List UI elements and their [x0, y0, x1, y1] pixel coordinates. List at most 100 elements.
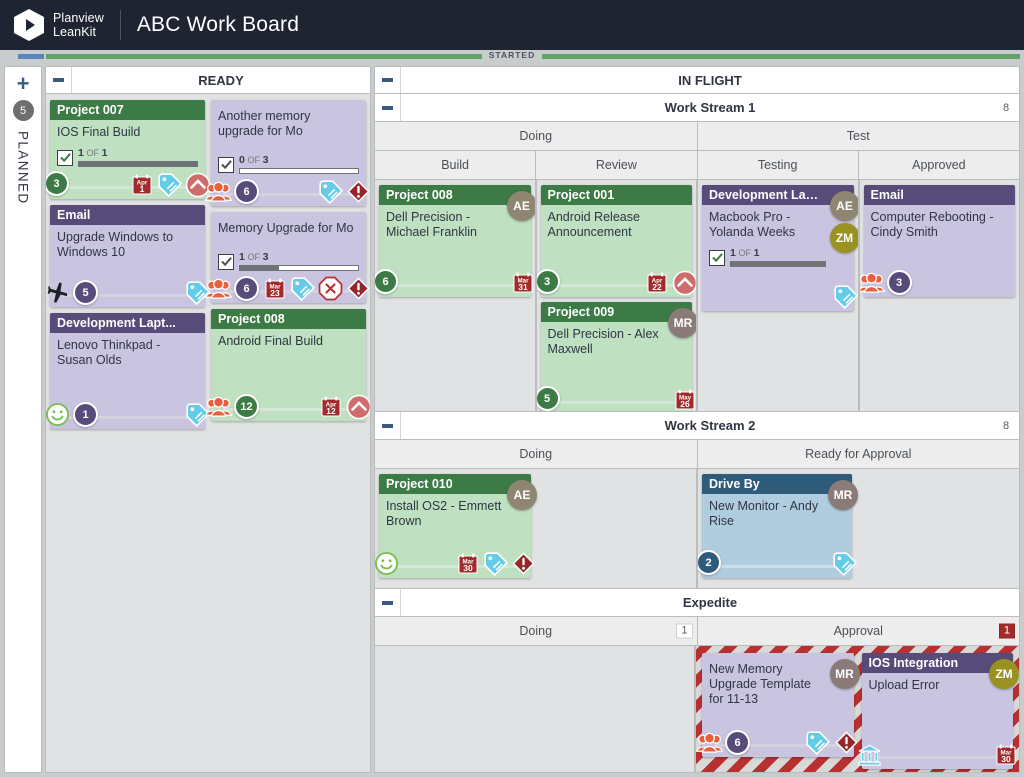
card-title: Another memory upgrade for Mo: [218, 109, 311, 138]
card-another-memory-upgrade[interactable]: Another memory upgrade for Mo 0 OF 3 6: [205, 100, 370, 206]
svg-text:22: 22: [652, 281, 662, 291]
card-drive-by[interactable]: Drive By New Monitor - Andy Rise MR 2: [698, 474, 858, 578]
card-project-009[interactable]: Project 009 Dell Precision - Alex Maxwel…: [536, 302, 697, 411]
checklist-progress-bar: [239, 265, 359, 271]
tag-icon[interactable]: [831, 550, 858, 577]
due-date-icon[interactable]: May 26: [671, 386, 696, 411]
priority-up-icon[interactable]: [345, 393, 370, 420]
planview-logo-icon[interactable]: [14, 9, 44, 41]
card-development-laptop-lenovo[interactable]: Development Lapt... Lenovo Thinkpad - Su…: [46, 313, 210, 429]
smiley-icon[interactable]: [375, 550, 400, 577]
ws1-cells: Project 008 Dell Precision - Michael Fra…: [374, 180, 1020, 412]
expedite-cells: New Memory Upgrade Template for 11-13 MR: [374, 646, 1020, 773]
add-card-button[interactable]: +: [17, 73, 30, 95]
card-footer: Mar 30: [375, 551, 535, 578]
tag-icon[interactable]: [833, 283, 858, 310]
column-header-build[interactable]: Build: [375, 151, 537, 179]
column-header-expedite-approval[interactable]: Approval 1: [697, 617, 1019, 645]
due-date-icon[interactable]: Mar 30: [454, 550, 481, 577]
collapse-in-flight-button[interactable]: [375, 67, 401, 93]
tag-icon[interactable]: [317, 178, 344, 205]
card-project-001[interactable]: Project 001 Android Release Announcement…: [536, 185, 697, 297]
column-header-review[interactable]: Review: [536, 151, 698, 179]
cell-ws1-approved[interactable]: Email Computer Rebooting - Cindy Smith 3: [858, 180, 1020, 412]
card-new-memory-upgrade-template[interactable]: New Memory Upgrade Template for 11-13 MR: [696, 653, 860, 757]
tag-icon[interactable]: [156, 171, 183, 198]
cell-expedite-approval[interactable]: New Memory Upgrade Template for 11-13 MR: [695, 646, 1020, 773]
column-header-ready-for-approval[interactable]: Ready for Approval: [697, 440, 1019, 468]
tag-icon[interactable]: [289, 275, 316, 302]
avatar[interactable]: ZM: [829, 223, 858, 253]
people-icon[interactable]: [205, 393, 232, 420]
card-header: Project 008: [211, 309, 366, 329]
people-icon[interactable]: [205, 178, 232, 205]
column-header-ws2-doing[interactable]: Doing: [375, 440, 698, 468]
avatar[interactable]: AE: [506, 191, 535, 221]
lane-header-ready: READY: [45, 66, 371, 94]
avatar[interactable]: ZM: [989, 659, 1019, 689]
column-header-approved[interactable]: Approved: [858, 151, 1019, 179]
cell-ws1-testing[interactable]: Development Lapt... Macbook Pro - Yoland…: [697, 180, 859, 412]
due-date-icon[interactable]: Mar 30: [992, 741, 1019, 768]
card-header: Project 007: [50, 100, 205, 120]
card-email-upgrade-windows[interactable]: Email Upgrade Windows to Windows 10 5: [47, 205, 210, 307]
card-size-badge: 6: [725, 730, 750, 755]
blocked-icon[interactable]: [317, 275, 344, 302]
checklist-progress-bar: [239, 168, 359, 174]
tag-icon[interactable]: [805, 729, 832, 756]
collapse-ws1-button[interactable]: [375, 94, 401, 121]
people-icon[interactable]: [859, 269, 885, 296]
started-label-wrap: STARTED: [0, 50, 1024, 60]
avatar[interactable]: MR: [668, 308, 697, 338]
card-memory-upgrade-for-mo[interactable]: Memory Upgrade for Mo 1 OF 3 6 Mar 23: [205, 212, 370, 303]
collapse-ws2-button[interactable]: [375, 412, 401, 439]
column-header-test[interactable]: Test: [697, 122, 1019, 150]
column-header-expedite-doing[interactable]: Doing 1: [375, 617, 698, 645]
cell-ws2-ready-for-approval[interactable]: Drive By New Monitor - Andy Rise MR 2: [697, 469, 1020, 589]
card-ios-integration[interactable]: IOS Integration Upload Error ZM Mar 30: [857, 653, 1019, 769]
tag-icon[interactable]: [482, 550, 509, 577]
priority-up-icon[interactable]: [671, 269, 697, 296]
column-wip-count: 1: [676, 623, 693, 639]
card-project-007[interactable]: Project 007 IOS Final Build 1 OF 1 3 Apr…: [46, 100, 210, 199]
due-date-icon[interactable]: Mar 31: [510, 269, 535, 296]
checklist-of: OF: [738, 248, 751, 258]
column-header-doing[interactable]: Doing: [375, 122, 698, 150]
avatar[interactable]: MR: [828, 480, 858, 510]
alert-icon[interactable]: [510, 550, 537, 577]
cell-ws1-build[interactable]: Project 008 Dell Precision - Michael Fra…: [374, 180, 536, 412]
card-project-010[interactable]: Project 010 Install OS2 - Emmett Brown A…: [375, 474, 537, 578]
due-date-icon[interactable]: Apr 12: [317, 393, 344, 420]
people-icon[interactable]: [696, 729, 723, 756]
avatar[interactable]: AE: [507, 480, 537, 510]
plane-icon[interactable]: [46, 279, 71, 306]
alert-icon[interactable]: [345, 178, 370, 205]
lane-work-stream-1: Work Stream 1 8 Doing Test Build Review …: [374, 94, 1020, 412]
checkbox-icon: [218, 156, 234, 173]
card-development-laptop-macbook[interactable]: Development Lapt... Macbook Pro - Yoland…: [702, 185, 858, 311]
collapse-ready-button[interactable]: [46, 67, 72, 93]
collapse-expedite-button[interactable]: [375, 589, 401, 616]
cell-ws1-review[interactable]: Project 001 Android Release Announcement…: [535, 180, 697, 412]
avatar[interactable]: MR: [829, 659, 860, 689]
card-avatars: ZM: [989, 659, 1019, 689]
checklist-done: 1: [78, 147, 84, 159]
avatar[interactable]: AE: [829, 191, 858, 221]
column-header-testing[interactable]: Testing: [697, 151, 859, 179]
people-icon[interactable]: [205, 275, 232, 302]
card-project-008-ready[interactable]: Project 008 Android Final Build 12 Apr 1…: [205, 309, 370, 421]
card-size-badge: 3: [886, 270, 912, 295]
checkbox-icon: [57, 149, 73, 166]
cell-expedite-doing[interactable]: [374, 646, 695, 773]
svg-text:12: 12: [326, 405, 336, 415]
checklist-of: OF: [247, 252, 260, 262]
card-email-computer-rebooting[interactable]: Email Computer Rebooting - Cindy Smith 3: [859, 185, 1015, 297]
due-date-icon[interactable]: Mar 23: [261, 275, 288, 302]
alert-icon[interactable]: [345, 275, 370, 302]
cell-ws2-doing[interactable]: Project 010 Install OS2 - Emmett Brown A…: [374, 469, 697, 589]
bank-icon[interactable]: [856, 741, 883, 768]
card-project-008-build[interactable]: Project 008 Dell Precision - Michael Fra…: [374, 185, 535, 297]
smiley-icon[interactable]: [46, 401, 71, 428]
due-date-icon[interactable]: Apr 1: [128, 171, 155, 198]
due-date-icon[interactable]: Apr 22: [643, 269, 670, 296]
